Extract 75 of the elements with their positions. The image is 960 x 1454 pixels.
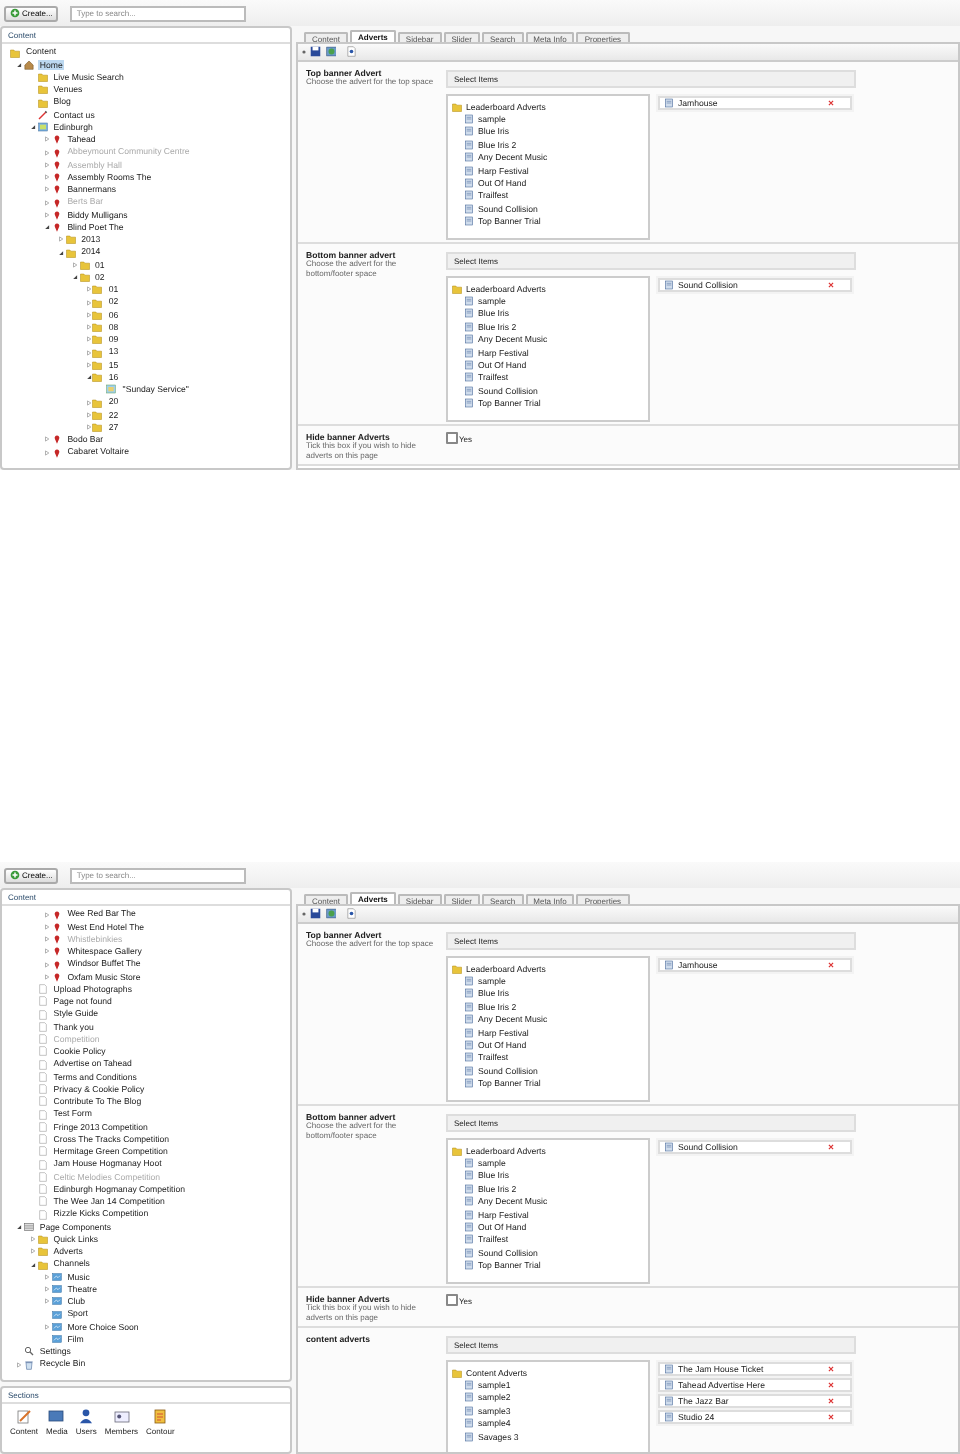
collapsed-arrow-icon[interactable]	[44, 174, 51, 181]
collapsed-arrow-icon[interactable]	[44, 1298, 51, 1305]
expanded-arrow-icon[interactable]	[44, 224, 51, 231]
collapsed-arrow-icon[interactable]	[16, 1361, 23, 1368]
remove-icon[interactable]	[828, 1398, 834, 1404]
document-icon	[664, 98, 674, 108]
remove-icon[interactable]	[828, 1144, 834, 1150]
save-icon[interactable]	[310, 46, 321, 58]
collapsed-arrow-icon[interactable]	[58, 236, 65, 243]
expanded-arrow-icon[interactable]	[58, 249, 65, 256]
collapsed-arrow-icon[interactable]	[85, 349, 92, 356]
collapsed-arrow-icon[interactable]	[85, 311, 92, 318]
document-icon	[664, 960, 674, 970]
document-icon[interactable]	[346, 46, 357, 58]
collapsed-arrow-icon[interactable]	[44, 1286, 51, 1293]
save-icon[interactable]	[310, 908, 321, 920]
collapsed-arrow-icon[interactable]	[44, 211, 51, 218]
remove-icon[interactable]	[828, 282, 834, 288]
folder-icon	[452, 283, 462, 294]
home-icon	[23, 59, 34, 70]
collapsed-arrow-icon[interactable]	[85, 361, 92, 368]
remove-icon[interactable]	[828, 1382, 834, 1388]
document-icon[interactable]	[346, 908, 357, 920]
collapsed-arrow-icon[interactable]	[44, 186, 51, 193]
remove-icon[interactable]	[828, 962, 834, 968]
collapsed-arrow-icon[interactable]	[30, 1236, 37, 1243]
collapsed-arrow-icon[interactable]	[85, 299, 92, 306]
collapsed-arrow-icon[interactable]	[44, 136, 51, 143]
clipboard-icon[interactable]	[152, 1408, 169, 1424]
collapsed-arrow-icon[interactable]	[85, 286, 92, 293]
expanded-arrow-icon[interactable]	[16, 1223, 23, 1230]
collapsed-arrow-icon[interactable]	[85, 336, 92, 343]
checkbox[interactable]	[446, 432, 457, 444]
collapsed-arrow-icon[interactable]	[44, 449, 51, 456]
expanded-arrow-icon[interactable]	[30, 124, 37, 131]
collapsed-arrow-icon[interactable]	[85, 324, 92, 331]
folder-icon	[452, 1367, 462, 1378]
folder-icon	[452, 963, 462, 974]
id-card-icon[interactable]	[113, 1408, 130, 1424]
collapsed-arrow-icon[interactable]	[72, 261, 78, 268]
document-icon	[664, 1364, 674, 1374]
checkbox[interactable]	[446, 1294, 457, 1306]
expanded-arrow-icon[interactable]	[30, 1261, 37, 1268]
collapsed-arrow-icon[interactable]	[44, 948, 51, 955]
collapsed-arrow-icon[interactable]	[44, 1273, 51, 1280]
collapsed-arrow-icon[interactable]	[44, 973, 51, 980]
pencil-icon[interactable]	[16, 1408, 32, 1424]
monitor-icon[interactable]	[48, 1408, 65, 1424]
expanded-arrow-icon[interactable]	[16, 61, 23, 68]
document-icon	[664, 1380, 674, 1390]
remove-icon[interactable]	[828, 1414, 834, 1420]
document-icon	[664, 1396, 674, 1406]
folder-icon	[452, 1145, 462, 1156]
user-icon[interactable]	[78, 1408, 95, 1424]
expanded-arrow-icon[interactable]	[72, 274, 78, 281]
document-icon	[664, 280, 674, 290]
collapsed-arrow-icon[interactable]	[85, 399, 92, 406]
bin-icon	[23, 1359, 34, 1370]
collapsed-arrow-icon[interactable]	[44, 923, 51, 930]
folder-icon	[10, 47, 20, 58]
remove-icon[interactable]	[828, 1366, 834, 1372]
collapsed-arrow-icon[interactable]	[44, 911, 51, 918]
collapsed-arrow-icon[interactable]	[44, 961, 51, 968]
document-icon	[664, 1412, 674, 1422]
collapsed-arrow-icon[interactable]	[30, 1248, 37, 1255]
document-icon	[664, 1142, 674, 1152]
folder-icon	[452, 101, 462, 112]
plus-icon	[10, 8, 20, 18]
collapsed-arrow-icon[interactable]	[85, 424, 92, 431]
remove-icon[interactable]	[828, 100, 834, 106]
collapsed-arrow-icon[interactable]	[44, 1323, 51, 1330]
collapsed-arrow-icon[interactable]	[85, 411, 92, 418]
plus-icon	[10, 870, 20, 880]
collapsed-arrow-icon[interactable]	[44, 436, 51, 443]
expanded-arrow-icon[interactable]	[85, 374, 92, 381]
